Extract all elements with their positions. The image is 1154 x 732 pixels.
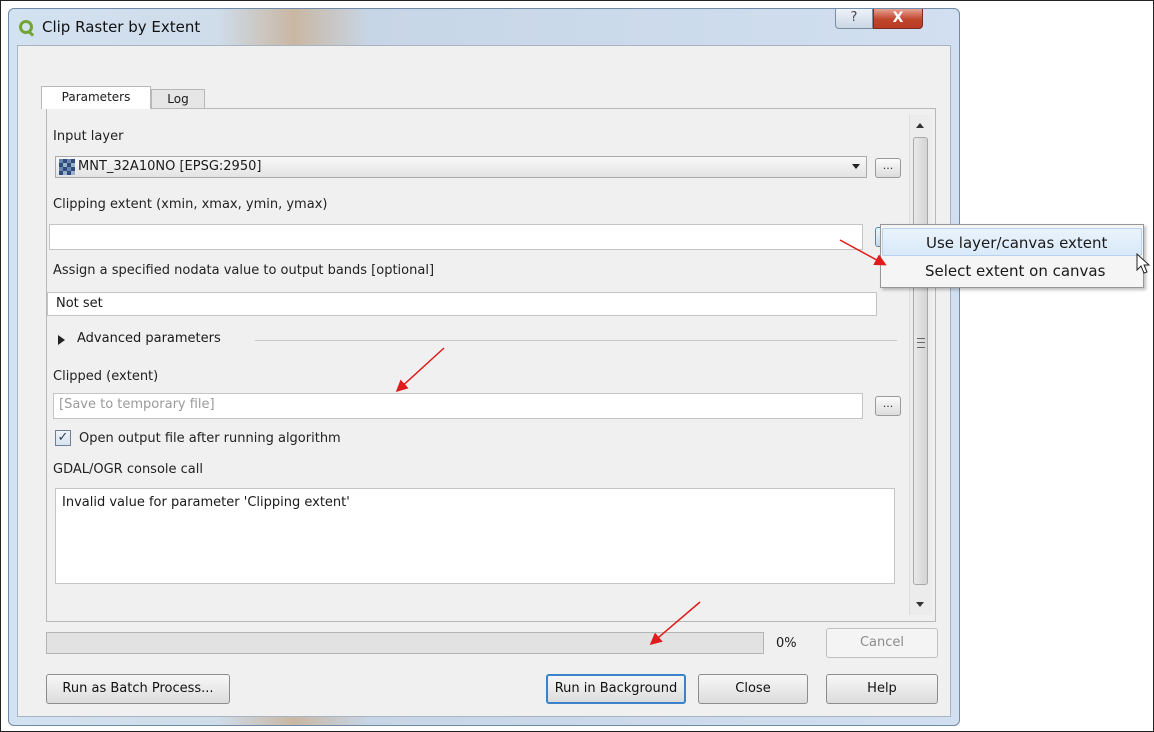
annotation-arrows <box>395 239 887 645</box>
annotation-arrow-menu <box>839 239 887 266</box>
annotation-arrow-run-background <box>649 601 701 645</box>
annotation-arrow-output <box>395 347 445 393</box>
tab-parameters[interactable]: Parameters <box>41 86 151 109</box>
